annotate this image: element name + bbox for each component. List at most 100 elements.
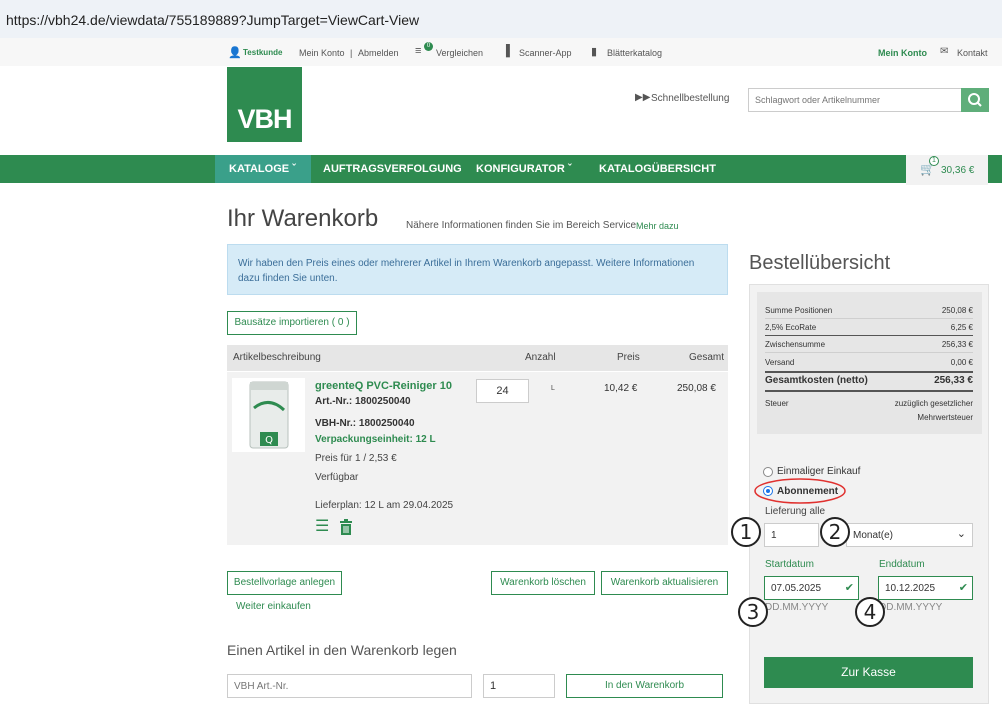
end-date-format: DD.MM.YYYY <box>879 602 943 613</box>
divider <box>765 318 973 319</box>
cart-total: 30,36 € <box>941 165 975 176</box>
interval-input[interactable] <box>764 523 819 547</box>
quantity-unit: L <box>551 385 555 392</box>
chevron-down-icon: ˇ <box>292 163 296 175</box>
end-date-label: Enddatum <box>879 559 925 570</box>
nav-katalogubersicht[interactable]: KATALOGÜBERSICHT <box>599 155 716 183</box>
page-subtitle: Nähere Informationen finden Sie im Berei… <box>406 220 637 231</box>
summary-total-row: Gesamtkosten (netto) 256,33 € <box>765 375 973 386</box>
col-price: Preis <box>617 352 640 363</box>
product-bottle-image: Q <box>249 381 289 449</box>
summary-row: Zwischensumme 256,33 € <box>765 340 973 349</box>
divider <box>765 371 973 373</box>
chevron-down-icon: ⌄ <box>956 528 966 540</box>
add-to-cart-button[interactable]: In den Warenkorb <box>566 674 723 698</box>
interval-unit-select[interactable]: Monat(e) ⌄ <box>846 523 973 547</box>
nav-konfigurator[interactable]: KONFIGURATOR ˇ <box>476 155 572 183</box>
my-account-link[interactable]: Mein Konto <box>878 48 927 58</box>
divider <box>765 335 973 336</box>
vbh-logo[interactable]: VBH <box>227 67 302 142</box>
vbh-number: VBH-Nr.: 1800250040 <box>315 418 415 429</box>
address-bar[interactable]: https://vbh24.de/viewdata/755189889?Jump… <box>0 0 1002 38</box>
account-link[interactable]: Mein Konto <box>299 48 345 58</box>
annotation-circle-2: 2 <box>820 517 850 547</box>
nav-auftragsverfolgung[interactable]: AUFTRAGSVERFOLGUNG <box>323 155 462 183</box>
start-date-input[interactable]: 07.05.2025 ✔ <box>764 576 859 600</box>
start-date-format: DD.MM.YYYY <box>765 602 829 613</box>
barcode-icon: ▐ <box>502 45 510 57</box>
page-title: Ihr Warenkorb <box>227 205 379 232</box>
one-time-label[interactable]: Einmaliger Einkauf <box>777 466 860 477</box>
col-desc: Artikelbeschreibung <box>233 352 321 363</box>
divider <box>765 352 973 353</box>
availability: Verfügbar <box>315 472 359 483</box>
annotation-circle-3: 3 <box>738 597 768 627</box>
search-icon <box>968 93 982 107</box>
utility-bar: 👤 Testkunde Mein Konto | Abmelden ≡ 0 Ve… <box>0 38 1002 66</box>
summary-row: 2,5% EcoRate 6,25 € <box>765 323 973 332</box>
annotation-circle-4: 4 <box>855 597 885 627</box>
one-time-radio[interactable] <box>763 467 773 477</box>
unit-price: Preis für 1 / 2,53 € <box>315 453 397 464</box>
main-nav: KATALOGE ˇ AUFTRAGSVERFOLGUNG KONFIGURAT… <box>0 155 1002 183</box>
col-total: Gesamt <box>689 352 725 363</box>
compare-icon: ≡ <box>415 45 422 57</box>
add-article-title: Einen Artikel in den Warenkorb legen <box>227 642 457 658</box>
create-template-button[interactable]: Bestellvorlage anlegen <box>227 571 342 595</box>
mail-icon: ✉ <box>940 46 949 57</box>
trash-icon[interactable] <box>339 519 353 540</box>
article-number: Art.-Nr.: 1800250040 <box>315 396 411 407</box>
catalog-link[interactable]: Blätterkatalog <box>607 48 662 58</box>
scanner-link[interactable]: Scanner-App <box>519 48 572 58</box>
delete-cart-button[interactable]: Warenkorb löschen <box>491 571 595 595</box>
check-icon: ✔ <box>958 582 968 594</box>
price-change-notice: Wir haben den Preis eines oder mehrerer … <box>227 244 728 295</box>
compare-badge: 0 <box>424 42 433 51</box>
add-quantity-input[interactable] <box>483 674 555 698</box>
username[interactable]: Testkunde <box>243 48 282 57</box>
quick-order-link[interactable]: Schnellbestellung <box>651 93 729 104</box>
delivery-every-label: Lieferung alle <box>765 506 826 517</box>
separator: | <box>350 48 353 58</box>
compare-link[interactable]: Vergleichen <box>436 48 483 58</box>
start-date-value: 07.05.2025 <box>771 583 822 594</box>
fast-forward-icon: ▶▶ <box>635 92 651 103</box>
annotation-circle-1: 1 <box>731 517 761 547</box>
article-number-input[interactable] <box>227 674 472 698</box>
search-button[interactable] <box>961 88 989 112</box>
logout-link[interactable]: Abmelden <box>358 48 399 58</box>
user-icon: 👤 <box>228 47 242 59</box>
svg-text:Q: Q <box>265 435 273 446</box>
import-kits-button[interactable]: Bausätze importieren ( 0 ) <box>227 311 357 335</box>
product-name-link[interactable]: greenteQ PVC-Reiniger 10 <box>315 380 452 392</box>
book-icon: ▮ <box>591 46 598 58</box>
item-price: 10,42 € <box>604 383 638 394</box>
contact-link[interactable]: Kontakt <box>957 48 988 58</box>
quantity-input[interactable] <box>476 379 529 403</box>
summary-row: Versand 0,00 € <box>765 358 973 367</box>
nav-kataloge[interactable]: KATALOGE ˇ <box>229 155 296 183</box>
end-date-input[interactable]: 10.12.2025 ✔ <box>878 576 973 600</box>
divider <box>765 390 973 392</box>
list-icon[interactable]: ☰ <box>315 519 329 535</box>
update-cart-button[interactable]: Warenkorb aktualisieren <box>601 571 728 595</box>
mini-cart[interactable]: 🛒 1 30,36 € <box>906 155 988 185</box>
product-image[interactable]: Q <box>232 378 305 452</box>
checkout-button[interactable]: Zur Kasse <box>764 657 973 688</box>
end-date-value: 10.12.2025 <box>885 583 936 594</box>
search-input[interactable] <box>748 88 962 112</box>
item-total: 250,08 € <box>677 383 716 394</box>
continue-shopping-link[interactable]: Weiter einkaufen <box>236 601 311 612</box>
cart-count-badge: 1 <box>929 156 939 166</box>
summary-tax-row: Steuer zuzüglich gesetzlicher <box>765 399 973 408</box>
col-qty: Anzahl <box>525 352 556 363</box>
chevron-down-icon: ˇ <box>567 163 572 175</box>
summary-row: Summe Positionen 250,08 € <box>765 306 973 315</box>
packaging-unit: Verpackungseinheit: 12 L <box>315 434 436 445</box>
logo-text: VBH <box>237 104 292 134</box>
cart-item-row: Q greenteQ PVC-Reiniger 10 Art.-Nr.: 180… <box>227 372 728 545</box>
url-text[interactable]: https://vbh24.de/viewdata/755189889?Jump… <box>6 12 419 28</box>
highlight-ellipse <box>754 478 846 504</box>
more-info-link[interactable]: Mehr dazu <box>636 221 679 231</box>
check-icon: ✔ <box>844 582 854 594</box>
